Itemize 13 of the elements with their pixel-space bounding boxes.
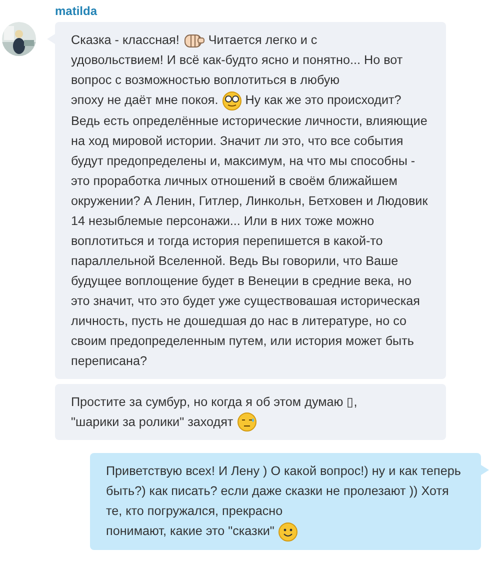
message-text: Ну как же это происходит? xyxy=(245,93,402,107)
message-text: Ведь есть определённые исторические личности, влияющие на ход мировой истории. Значит ли это, что все события будут предопределены и, максимум, на что мы способны - это проработка личных отношений в своём ближайшем окружении? А Ленин, Гитлер, Линкольн, Бетховен и Людовик 14 незыблемые персонажи... Или в них тоже можно воплотиться и тогда история перепишется в какой-то параллельной Вселенной. Ведь Вы говорили, что Ваше будущее воплощение будет в Венеции в средние века, но это значит, что это будет уже существовашая историческая личность, пусть не дошедшая до нас в литературе, но со своим предопределенным путем, или история может быть переписана? xyxy=(71,114,428,368)
message-text: Сказка - классная! xyxy=(71,33,180,47)
message-text: Читается легко и с xyxy=(208,33,318,47)
fist-icon xyxy=(182,32,205,50)
message-text: эпоху не даёт мне покоя. xyxy=(71,93,218,107)
message-text: понимают, какие это "сказки" xyxy=(106,524,274,538)
message-text: Простите за сумбур, но когда я об этом думаю ▯, xyxy=(71,394,358,409)
glasses-smiley-icon xyxy=(222,90,242,111)
smiley-icon xyxy=(278,522,298,542)
message-text: "шарики за ролики" заходят xyxy=(71,414,234,429)
sweat-smiley-icon xyxy=(236,412,257,432)
sender-name: matilda xyxy=(55,4,98,19)
